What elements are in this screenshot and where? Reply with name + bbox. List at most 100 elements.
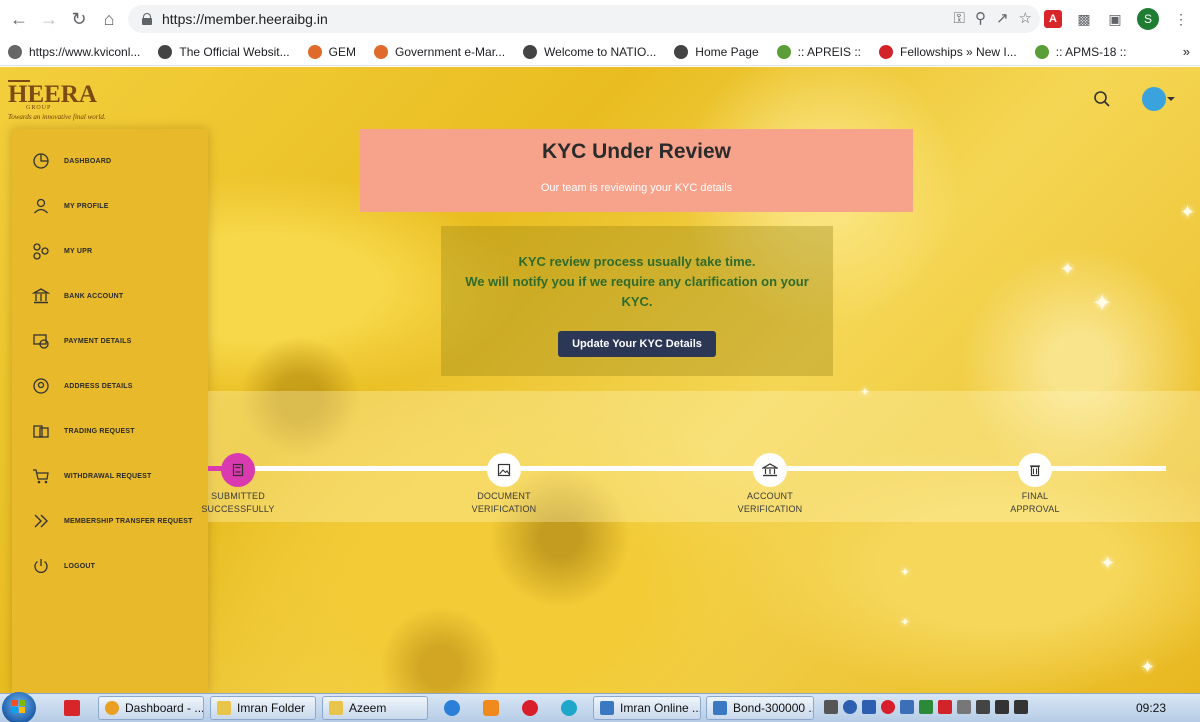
sidebar-item-bank-account[interactable]: BANK ACCOUNT: [12, 281, 208, 311]
help-icon[interactable]: [843, 700, 857, 714]
browser-toolbar: ← → ↻ ⌂ https://member.heeraibg.in ⚿ ⚲ ↗…: [0, 0, 1200, 38]
bookmark-favicon-icon: [8, 44, 22, 59]
sidebar-item-my-profile[interactable]: MY PROFILE: [12, 191, 208, 221]
progress-step-circle: [753, 453, 787, 487]
bookmark-item[interactable]: Welcome to NATIO...: [523, 44, 656, 59]
home-icon[interactable]: ⌂: [94, 4, 124, 34]
menu-kebab-icon[interactable]: ⋮: [1172, 10, 1190, 28]
progress-step-submitted: SUBMITTED SUCCESSFULLY: [178, 453, 298, 516]
opera-tray-icon[interactable]: [881, 700, 895, 714]
kyc-title: KYC Under Review: [541, 140, 732, 163]
step-label-line1: ACCOUNT: [747, 491, 793, 501]
tray-app-icon[interactable]: [919, 700, 933, 714]
sidebar-item-payment-details[interactable]: PAYMENT DETAILS: [12, 326, 208, 356]
gem-icon: [307, 44, 322, 59]
sidebar-item-logout[interactable]: LOGOUT: [12, 551, 208, 581]
address-bar[interactable]: https://member.heeraibg.in ⚿ ⚲ ↗ ☆: [128, 5, 1040, 33]
tray-app-icon[interactable]: [938, 700, 952, 714]
bookmark-item[interactable]: :: APMS-18 ::: [1034, 44, 1126, 59]
pie-chart-icon: [33, 153, 49, 169]
page-background: ✦ ✦ ✦ ✦ ✦ ✦ ✦ ✦ HEERA GROUP Towards an i…: [0, 67, 1200, 693]
progress-step-label: SUBMITTED SUCCESSFULLY: [178, 490, 298, 516]
sidebar-item-label: MY UPR: [64, 247, 93, 255]
back-arrow-icon[interactable]: ←: [4, 4, 34, 34]
progress-step-circle: [221, 453, 255, 487]
sidebar-item-trading-request[interactable]: TRADING REQUEST: [12, 416, 208, 446]
acrobat-taskbar-icon[interactable]: [60, 697, 84, 719]
start-button[interactable]: [2, 692, 36, 722]
kyc-subtitle: Our team is reviewing your KYC details: [540, 182, 733, 194]
sparkle-decoration: ✦: [900, 565, 911, 579]
media-player-taskbar-icon[interactable]: [479, 697, 503, 719]
bookmark-star-icon[interactable]: ☆: [1019, 9, 1032, 27]
taskbar-task-label: Bond-300000 ...: [733, 701, 814, 715]
opera-taskbar-icon[interactable]: [518, 697, 542, 719]
progress-step-label: DOCUMENT VERIFICATION: [444, 490, 564, 516]
network-tray-icon[interactable]: [957, 700, 971, 714]
taskbar-task[interactable]: Imran Folder: [210, 696, 316, 720]
key-icon[interactable]: ⚿: [954, 10, 965, 27]
sidebar-item-my-upr[interactable]: MY UPR: [12, 236, 208, 266]
sidebar-item-address-details[interactable]: ADDRESS DETAILS: [12, 371, 208, 401]
extensions-puzzle-icon[interactable]: ▩: [1075, 10, 1093, 28]
taskbar-clock[interactable]: 09:23: [1136, 701, 1166, 715]
sidebar-item-label: MEMBERSHIP TRANSFER REQUEST: [64, 517, 193, 525]
kyc-message-panel: KYC review process usually take time. We…: [441, 226, 833, 376]
update-kyc-button[interactable]: Update Your KYC Details: [558, 331, 716, 357]
zoom-icon[interactable]: ⚲: [975, 9, 986, 27]
power-icon: [34, 559, 48, 573]
signal-icon[interactable]: [995, 700, 1009, 714]
keyboard-icon[interactable]: [824, 700, 838, 714]
bookmark-item[interactable]: GEM: [307, 44, 356, 59]
taskbar-task[interactable]: Dashboard - ...: [98, 696, 204, 720]
gem-icon: [373, 44, 388, 59]
logo-group: GROUP: [26, 105, 52, 111]
heera-logo[interactable]: HEERA GROUP Towards an innovative final …: [4, 71, 106, 123]
chrome-icon: [105, 701, 119, 715]
sidebar: DASHBOARD MY PROFILE MY UPR BANK ACCOUNT…: [12, 129, 208, 693]
ie-taskbar-icon[interactable]: [440, 697, 464, 719]
sidebar-item-dashboard[interactable]: DASHBOARD: [12, 146, 208, 176]
kyc-message-line2: We will notify you if we require any cla…: [465, 274, 809, 309]
acrobat-icon[interactable]: A: [1044, 10, 1062, 28]
bookmark-item[interactable]: The Official Websit...: [158, 44, 290, 59]
bookmark-label: GEM: [328, 44, 356, 59]
kyc-message-line1: KYC review process usually take time.: [518, 254, 756, 269]
bookmark-label: https://www.kviconl...: [29, 44, 141, 59]
tray-app-icon[interactable]: [862, 700, 876, 714]
url-text: https://member.heeraibg.in: [162, 11, 328, 27]
sparkle-decoration: ✦: [1140, 657, 1156, 677]
airtel-icon: [879, 44, 894, 59]
volume-icon[interactable]: [976, 700, 990, 714]
kyc-progress-tracker: SUBMITTED SUCCESSFULLY DOCUMENT VERIFICA…: [201, 391, 1200, 522]
user-avatar[interactable]: [1142, 87, 1175, 111]
bookmark-item[interactable]: https://www.kviconl...: [8, 44, 141, 59]
tray-app-icon[interactable]: [900, 700, 914, 714]
progress-step-label: ACCOUNT VERIFICATION: [710, 490, 830, 516]
sidebar-item-label: TRADING REQUEST: [64, 427, 135, 435]
taskbar-task-label: Dashboard - ...: [125, 701, 204, 715]
forward-arrow-icon[interactable]: →: [34, 4, 64, 34]
progress-step-account-verification: ACCOUNT VERIFICATION: [710, 453, 830, 516]
bookmark-item[interactable]: Home Page: [674, 44, 759, 59]
bookmarks-overflow-icon[interactable]: »: [1183, 44, 1190, 59]
bank-icon: [32, 288, 50, 304]
bookmark-item[interactable]: :: APREIS ::: [776, 44, 861, 59]
taskbar-task[interactable]: Imran Online ...: [593, 696, 701, 720]
share-icon[interactable]: ↗: [996, 9, 1009, 27]
flag-icon[interactable]: [1014, 700, 1028, 714]
folder-icon: [217, 701, 231, 715]
taskbar-task[interactable]: Bond-300000 ...: [706, 696, 814, 720]
system-tray: [824, 700, 1028, 714]
bookmark-label: Fellowships » New I...: [900, 44, 1017, 59]
sidepanel-icon[interactable]: ▣: [1106, 10, 1124, 28]
taskbar-task[interactable]: Azeem: [322, 696, 428, 720]
edge-taskbar-icon[interactable]: [557, 697, 581, 719]
search-icon[interactable]: [1093, 90, 1111, 108]
taskbar-task-label: Azeem: [349, 701, 387, 715]
bookmark-item[interactable]: Government e-Mar...: [373, 44, 505, 59]
sparkle-decoration: ✦: [900, 615, 911, 629]
bookmark-item[interactable]: Fellowships » New I...: [879, 44, 1017, 59]
profile-avatar[interactable]: S: [1137, 8, 1159, 30]
reload-icon[interactable]: ↻: [64, 4, 94, 34]
